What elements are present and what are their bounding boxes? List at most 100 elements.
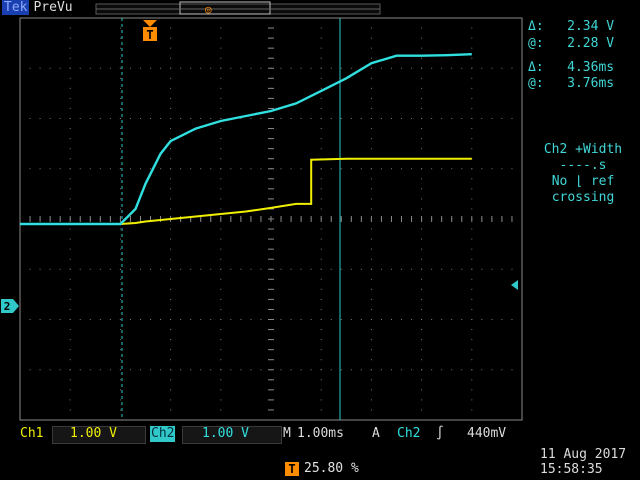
- grid-dot: [421, 57, 423, 59]
- grid-dot: [240, 67, 242, 69]
- grid-dot: [220, 409, 222, 411]
- grid-dot: [441, 168, 443, 170]
- grid-dot: [370, 138, 372, 140]
- grid-dot: [69, 238, 71, 240]
- grid-dot: [69, 67, 71, 69]
- grid-dot: [401, 118, 403, 119]
- grid-dot: [461, 118, 463, 119]
- grid-dot: [119, 248, 121, 250]
- grid-dot: [421, 148, 423, 150]
- grid-dot: [421, 298, 423, 300]
- grid-dot: [69, 349, 71, 351]
- trigger-position-value[interactable]: 25.80 %: [304, 461, 359, 477]
- grid-dot: [421, 107, 423, 109]
- grid-dot: [69, 409, 71, 411]
- grid-dot: [109, 168, 111, 170]
- grid-dot: [471, 198, 473, 200]
- grid-dot: [200, 168, 202, 170]
- grid-dot: [160, 118, 162, 119]
- grid-dot: [310, 67, 312, 69]
- grid-dot: [330, 319, 332, 320]
- grid-dot: [69, 329, 71, 331]
- grid-dot: [99, 319, 101, 320]
- grid-dot: [170, 198, 172, 200]
- grid-dot: [320, 359, 322, 361]
- grid-dot: [119, 298, 121, 300]
- grid-dot: [411, 319, 413, 320]
- grid-dot: [119, 349, 121, 351]
- grid-dot: [370, 107, 372, 109]
- at-label: @:: [528, 76, 544, 91]
- grid-dot: [119, 288, 121, 290]
- date-display: 11 Aug 2017: [540, 447, 627, 462]
- grid-dot: [481, 118, 483, 119]
- grid-dot: [29, 67, 31, 69]
- grid-dot: [330, 268, 332, 270]
- grid-dot: [119, 47, 121, 49]
- grid-dot: [471, 228, 473, 230]
- grid-dot: [250, 118, 252, 119]
- grid-dot: [471, 148, 473, 150]
- voltage-at-readout: @: 2.28 V: [528, 36, 614, 52]
- grid-dot: [491, 67, 493, 69]
- grid-dot: [461, 67, 463, 69]
- trigger-source[interactable]: Ch2: [397, 426, 420, 442]
- grid-dot: [501, 319, 503, 320]
- grid-dot: [190, 118, 192, 119]
- grid-dot: [320, 198, 322, 200]
- grid-dot: [200, 319, 202, 320]
- grid-dot: [119, 168, 121, 170]
- grid-dot: [69, 278, 71, 280]
- grid-dot: [481, 369, 483, 371]
- grid-dot: [29, 319, 31, 320]
- grid-dot: [320, 77, 322, 79]
- grid-dot: [350, 369, 352, 371]
- grid-dot: [280, 118, 282, 119]
- grid-dot: [119, 308, 121, 310]
- grid-dot: [290, 268, 292, 270]
- grid-dot: [320, 308, 322, 310]
- grid-dot: [461, 319, 463, 320]
- grid-dot: [119, 188, 121, 190]
- grid-dot: [461, 369, 463, 371]
- ch1-label[interactable]: Ch1: [20, 426, 43, 442]
- grid-dot: [210, 118, 212, 119]
- grid-dot: [69, 369, 71, 371]
- grid-dot: [119, 158, 121, 160]
- grid-dot: [250, 67, 252, 69]
- grid-dot: [99, 67, 101, 69]
- grid-dot: [471, 379, 473, 381]
- grid-dot: [69, 389, 71, 391]
- grid-dot: [370, 208, 372, 210]
- trigger-level[interactable]: 440mV: [467, 426, 506, 442]
- timebase-value[interactable]: 1.00ms: [297, 426, 344, 442]
- grid-dot: [59, 369, 61, 371]
- grid-dot: [421, 278, 423, 280]
- grid-dot: [119, 319, 121, 320]
- grid-dot: [370, 128, 372, 130]
- grid-dot: [421, 77, 423, 79]
- grid-dot: [220, 349, 222, 351]
- grid-dot: [119, 118, 121, 119]
- grid-dot: [501, 369, 503, 371]
- grid-dot: [240, 268, 242, 270]
- grid-dot: [39, 67, 41, 69]
- grid-dot: [99, 118, 101, 119]
- grid-dot: [401, 369, 403, 371]
- grid-dot: [360, 118, 362, 119]
- grid-dot: [380, 168, 382, 170]
- grid-dot: [109, 319, 111, 320]
- grid-dot: [79, 67, 81, 69]
- grid-dot: [69, 27, 71, 29]
- trigger-level-marker-icon[interactable]: [511, 280, 518, 290]
- ch2-label[interactable]: Ch2: [150, 426, 176, 442]
- grid-dot: [89, 67, 91, 69]
- grid-dot: [230, 369, 232, 371]
- grid-dot: [461, 268, 463, 270]
- grid-dot: [511, 168, 513, 170]
- grid-dot: [501, 118, 503, 119]
- grid-dot: [69, 148, 71, 150]
- grid-dot: [320, 349, 322, 351]
- grid-dot: [370, 27, 372, 29]
- grid-dot: [320, 138, 322, 140]
